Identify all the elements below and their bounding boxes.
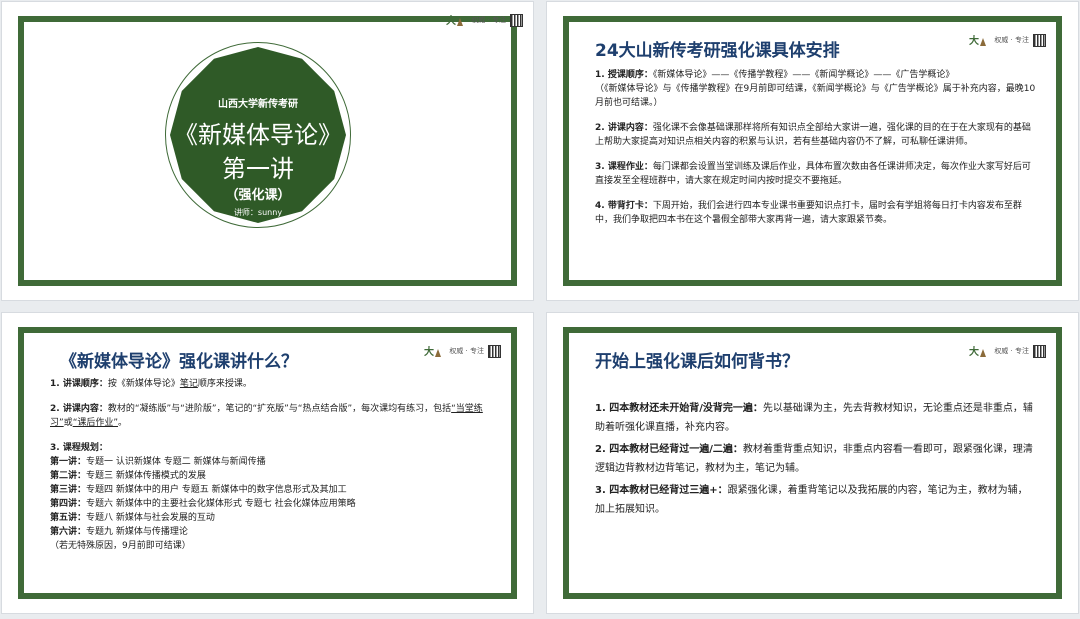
- item-text: 教材的“凝练版”与“进阶版”，笔记的“扩充版”与“热点结合版”，每次课均有练习，…: [107, 404, 452, 414]
- schedule-row: 第六讲：专题九 新媒体与传播理论: [50, 525, 491, 539]
- dashan-logo-icon: 大: [969, 345, 987, 358]
- slide-4-thumbnail[interactable]: 大 权威 · 专注 开始上强化课后如何背书？ 1. 四本教材还未开始背/没背完一…: [547, 313, 1078, 613]
- teacher-name: 讲师：sunny: [233, 208, 283, 217]
- section-text-secondary: （《新媒体导论》与《传播学教程》在9月前即可结课，《新闻学概论》与《广告学概论》…: [595, 84, 1036, 108]
- schedule-label: 第六讲：: [50, 527, 87, 537]
- svg-text:大: 大: [969, 34, 979, 47]
- slide-frame: 大 权威 · 专注 开始上强化课后如何背书？ 1. 四本教材还未开始背/没背完一…: [563, 327, 1062, 599]
- section-text: 强化课不会像基础课那样将所有知识点全部给大家讲一遍，强化课的目的在于在大家现有的…: [595, 123, 1031, 147]
- svg-text:大: 大: [969, 345, 979, 358]
- section-text: 下周开始，我们会进行四本专业课书重要知识点打卡，届时会有学姐将每日打卡内容发布至…: [595, 201, 1022, 225]
- section-content: 2. 讲课内容：强化课不会像基础课那样将所有知识点全部给大家讲一遍，强化课的目的…: [595, 121, 1036, 149]
- schedule-text: 专题九 新媒体与传播理论: [86, 527, 188, 537]
- section-label: 3. 课程作业：: [595, 162, 653, 172]
- svg-text:大: 大: [424, 345, 434, 358]
- schedule-text: 专题三 新媒体传播模式的发展: [86, 471, 206, 481]
- step-label: 2. 四本教材已经背过一遍/二遍：: [595, 444, 743, 455]
- slide-title: 开始上强化课后如何背书？: [595, 352, 799, 372]
- brand-slogan: 权威 · 专注: [994, 36, 1029, 44]
- slide-content: 1. 讲课顺序：按《新媒体导论》笔记顺序来授课。 2. 讲课内容：教材的“凝练版…: [50, 377, 491, 553]
- schedule-label: 第一讲：: [50, 457, 87, 467]
- schedule-list: 第一讲：专题一 认识新媒体 专题二 新媒体与新闻传播 第二讲：专题三 新媒体传播…: [50, 455, 491, 553]
- schedule-row: 第三讲：专题四 新媒体中的用户 专题五 新媒体中的数字信息形式及其加工: [50, 483, 491, 497]
- qr-code-icon: [1033, 344, 1046, 358]
- section-checkin: 4. 带背打卡：下周开始，我们会进行四本专业课书重要知识点打卡，届时会有学姐将每…: [595, 199, 1036, 227]
- step-label: 1. 四本教材还未开始背/没背完一遍：: [595, 403, 763, 414]
- slide-title: 《新媒体导论》强化课讲什么？: [60, 352, 298, 372]
- schedule-text: 专题四 新媒体中的用户 专题五 新媒体中的数字信息形式及其加工: [86, 485, 347, 495]
- brand-mark: 大 权威 · 专注: [445, 12, 523, 28]
- section-text: 《新媒体导论》——《传播学教程》——《新闻学概论》——《广告学概论》: [652, 70, 955, 80]
- brand-mark: 大 权威 · 专注: [968, 343, 1046, 359]
- qr-code-icon: [488, 344, 501, 358]
- course-type: （强化课）: [225, 188, 291, 203]
- schedule-text: 专题八 新媒体与社会发展的互动: [86, 513, 215, 523]
- schedule-row: 第二讲：专题三 新媒体传播模式的发展: [50, 469, 491, 483]
- slide-content: 1. 四本教材还未开始背/没背完一遍：先以基础课为主，先去背教材知识，无论重点还…: [595, 399, 1036, 530]
- brand-slogan: 权威 · 专注: [471, 16, 506, 24]
- course-title: 《新媒体导论》: [174, 121, 342, 149]
- schedule-row: 第五讲：专题八 新媒体与社会发展的互动: [50, 511, 491, 525]
- slide-2-thumbnail[interactable]: 大 权威 · 专注 24大山新传考研强化课具体安排 1. 授课顺序：《新媒体导论…: [547, 2, 1078, 300]
- section-homework: 3. 课程作业：每门课都会设置当堂训练及课后作业，具体布置次数由各任课讲师决定，…: [595, 160, 1036, 188]
- qr-code-icon: [510, 13, 523, 27]
- schedule-text: 专题一 认识新媒体 专题二 新媒体与新闻传播: [86, 457, 266, 467]
- section-label: 1. 授课顺序：: [595, 70, 653, 80]
- schedule-row: 第四讲：专题六 新媒体中的主要社会化媒体形式 专题七 社会化媒体应用策略: [50, 497, 491, 511]
- item-label: 2. 讲课内容：: [50, 404, 108, 414]
- memorize-step: 2. 四本教材已经背过一遍/二遍：教材着重背重点知识，非重点内容看一看即可，跟紧…: [595, 440, 1036, 478]
- schedule-label: 第五讲：: [50, 513, 87, 523]
- item-content: 2. 讲课内容：教材的“凝练版”与“进阶版”，笔记的“扩充版”与“热点结合版”，…: [50, 402, 491, 430]
- section-order: 1. 授课顺序：《新媒体导论》——《传播学教程》——《新闻学概论》——《广告学概…: [595, 68, 1036, 110]
- slide-frame: 大 权威 · 专注 24大山新传考研强化课具体安排 1. 授课顺序：《新媒体导论…: [563, 16, 1062, 286]
- dashan-logo-icon: 大: [446, 14, 464, 27]
- brand-slogan: 权威 · 专注: [449, 347, 484, 355]
- section-label: 2. 讲课内容：: [595, 123, 653, 133]
- item-text: 按《新媒体导论》: [107, 379, 180, 389]
- cover-badge: 山西大学新传考研 《新媒体导论》 第一讲 （强化课） 讲师：sunny: [165, 42, 351, 228]
- schedule-row: 第一讲：专题一 认识新媒体 专题二 新媒体与新闻传播: [50, 455, 491, 469]
- qr-code-icon: [1033, 33, 1046, 47]
- brand-mark: 大 权威 · 专注: [423, 343, 501, 359]
- brand-slogan: 权威 · 专注: [994, 347, 1029, 355]
- item-text: 或: [63, 418, 73, 428]
- dashan-logo-icon: 大: [424, 345, 442, 358]
- section-text: 每门课都会设置当堂训练及课后作业，具体布置次数由各任课讲师决定，每次作业大家写好…: [595, 162, 1031, 186]
- slide-content: 1. 授课顺序：《新媒体导论》——《传播学教程》——《新闻学概论》——《广告学概…: [595, 68, 1036, 238]
- slide-1-thumbnail[interactable]: 大 权威 · 专注 山西大学新传考研 《新媒体导论》 第一讲 （强化课） 讲师：…: [2, 2, 533, 300]
- item-label: 1. 讲课顺序：: [50, 379, 108, 389]
- dashan-logo-icon: 大: [969, 34, 987, 47]
- university-label: 山西大学新传考研: [218, 99, 298, 110]
- item-order: 1. 讲课顺序：按《新媒体导论》笔记顺序来授课。: [50, 377, 491, 391]
- item-text: 顺序来授课。: [197, 379, 252, 389]
- item-text: 。: [118, 418, 128, 428]
- memorize-step: 1. 四本教材还未开始背/没背完一遍：先以基础课为主，先去背教材知识，无论重点还…: [595, 399, 1036, 437]
- item-text-underlined: “课后作业”: [72, 418, 119, 428]
- schedule-text: 专题六 新媒体中的主要社会化媒体形式 专题七 社会化媒体应用策略: [86, 499, 356, 509]
- schedule-label: 第三讲：: [50, 485, 87, 495]
- brand-mark: 大 权威 · 专注: [968, 32, 1046, 48]
- svg-text:大: 大: [446, 14, 456, 27]
- lecture-number: 第一讲: [222, 155, 294, 183]
- item-text-underlined: 笔记: [179, 379, 198, 389]
- section-label: 4. 带背打卡：: [595, 201, 653, 211]
- item-plan-label: 3. 课程规划：: [50, 443, 108, 453]
- step-label: 3. 四本教材已经背过三遍+：: [595, 485, 728, 496]
- schedule-note: （若无特殊原因，9月前即可结课）: [50, 541, 191, 551]
- schedule-label: 第二讲：: [50, 471, 87, 481]
- slide-title: 24大山新传考研强化课具体安排: [595, 41, 840, 61]
- memorize-step: 3. 四本教材已经背过三遍+：跟紧强化课，着重背笔记以及我拓展的内容，笔记为主，…: [595, 481, 1036, 519]
- schedule-label: 第四讲：: [50, 499, 87, 509]
- slide-3-thumbnail[interactable]: 大 权威 · 专注 《新媒体导论》强化课讲什么？ 1. 讲课顺序：按《新媒体导论…: [2, 313, 533, 613]
- slide-frame: 大 权威 · 专注 《新媒体导论》强化课讲什么？ 1. 讲课顺序：按《新媒体导论…: [18, 327, 517, 599]
